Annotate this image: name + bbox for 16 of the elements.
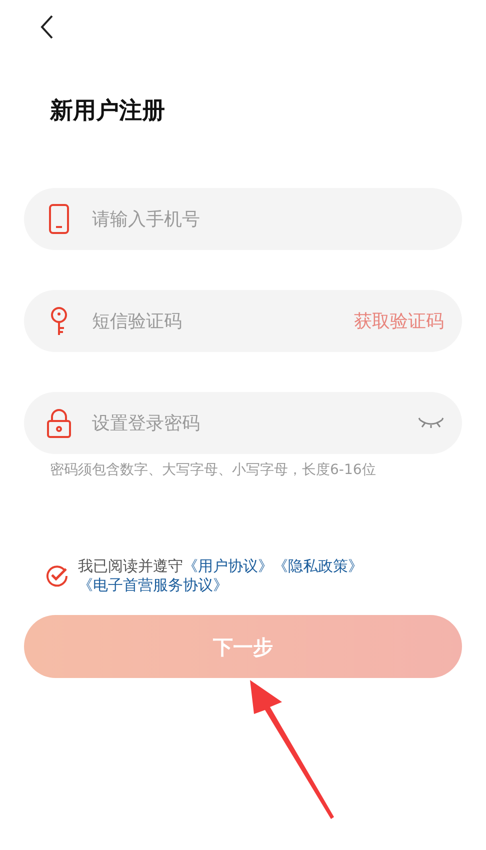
- phone-icon: [46, 204, 72, 234]
- agreement-link[interactable]: 《隐私政策》: [273, 557, 363, 575]
- lock-icon: [46, 408, 72, 438]
- agreement-text: 我已阅读并遵守: [78, 557, 183, 575]
- page-title: 新用户注册: [50, 97, 166, 124]
- text-input[interactable]: 设置登录密码: [90, 408, 418, 438]
- text-input[interactable]: 短信验证码: [90, 306, 354, 336]
- agreement-link[interactable]: 《用户协议》: [183, 557, 273, 575]
- password-hint: 密码须包含数字、大写字母、小写字母，长度6-16位: [50, 461, 377, 480]
- back-icon[interactable]: [40, 14, 54, 39]
- eye-closed-icon[interactable]: [418, 417, 444, 429]
- input-field[interactable]: 请输入手机号: [24, 188, 462, 250]
- agree-checkbox[interactable]: [46, 565, 68, 587]
- text-input[interactable]: 请输入手机号: [90, 204, 444, 234]
- input-field[interactable]: 设置登录密码: [24, 392, 462, 454]
- agreement-link[interactable]: 《电子首营服务协议》: [78, 576, 228, 594]
